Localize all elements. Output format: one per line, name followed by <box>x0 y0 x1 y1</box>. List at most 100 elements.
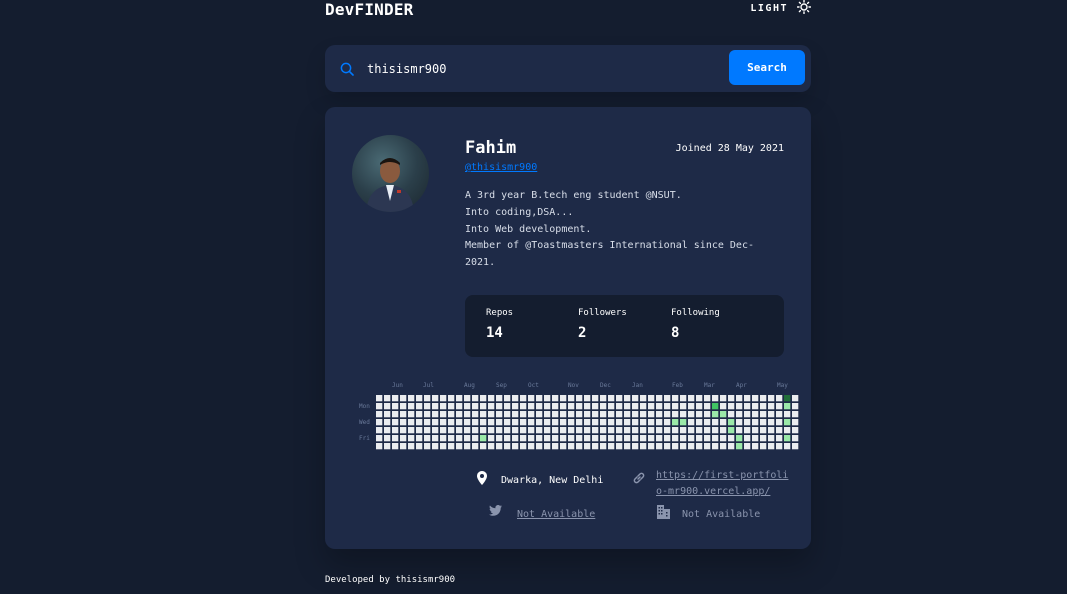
contribution-cell <box>792 419 799 426</box>
contribution-cell <box>584 427 591 434</box>
contribution-cell <box>440 419 447 426</box>
contribution-cell <box>616 443 623 450</box>
contribution-cell <box>664 427 671 434</box>
contribution-cell <box>736 443 743 450</box>
contribution-cell <box>544 395 551 402</box>
contribution-cell <box>456 395 463 402</box>
twitter-item: Not Available <box>489 505 595 523</box>
contribution-cell <box>760 443 767 450</box>
contribution-cell <box>752 411 759 418</box>
contribution-cell <box>712 395 719 402</box>
contribution-cell <box>600 411 607 418</box>
contribution-cell <box>456 403 463 410</box>
contribution-cell <box>704 443 711 450</box>
contribution-cell <box>496 411 503 418</box>
contribution-cell <box>488 427 495 434</box>
contribution-cell <box>432 435 439 442</box>
contribution-cell <box>688 403 695 410</box>
contribution-cells <box>376 395 799 450</box>
theme-toggle[interactable]: LIGHT <box>750 0 812 16</box>
contribution-cell <box>520 443 527 450</box>
contribution-cell <box>656 435 663 442</box>
contribution-cell <box>448 427 455 434</box>
contribution-cell <box>520 427 527 434</box>
contribution-cell <box>576 419 583 426</box>
contribution-cell <box>704 435 711 442</box>
bio-line: Into coding,DSA... <box>465 206 574 218</box>
contribution-cell <box>488 411 495 418</box>
contribution-cell <box>672 427 679 434</box>
profile-login-link[interactable]: @thisismr900 <box>465 162 537 173</box>
contribution-cell <box>600 443 607 450</box>
contribution-cell <box>552 427 559 434</box>
profile-bio: A 3rd year B.tech eng student @NSUT. Int… <box>465 188 775 272</box>
contribution-cell <box>472 443 479 450</box>
bio-line: 2021. <box>465 257 496 269</box>
contribution-cell <box>504 395 511 402</box>
contribution-cell <box>400 435 407 442</box>
stat-value: 14 <box>486 325 503 341</box>
contribution-cell <box>624 419 631 426</box>
contribution-cell <box>456 427 463 434</box>
contribution-cell <box>408 395 415 402</box>
contribution-cell <box>736 419 743 426</box>
contribution-cell <box>512 411 519 418</box>
contribution-cell <box>792 443 799 450</box>
contribution-cell <box>472 435 479 442</box>
contribution-cell <box>448 443 455 450</box>
contribution-cell <box>688 435 695 442</box>
contribution-cell <box>608 395 615 402</box>
contribution-cell <box>728 435 735 442</box>
contribution-cell <box>504 403 511 410</box>
bio-line: A 3rd year B.tech eng student @NSUT. <box>465 190 682 201</box>
contribution-cell <box>448 403 455 410</box>
contribution-cell <box>792 403 799 410</box>
website-link[interactable]: https://first-portfoli o-mr900.vercel.ap… <box>656 468 788 500</box>
app-header: DevFINDER LIGHT <box>325 0 812 22</box>
contribution-cell <box>720 411 727 418</box>
contribution-cell <box>408 443 415 450</box>
contribution-cell <box>392 395 399 402</box>
contribution-cell <box>504 411 511 418</box>
contribution-cell <box>584 419 591 426</box>
contribution-cell <box>728 443 735 450</box>
link-icon <box>632 471 646 488</box>
contribution-cell <box>712 435 719 442</box>
stat-label: Followers <box>578 308 627 318</box>
contribution-cell <box>536 427 543 434</box>
contribution-cell <box>392 419 399 426</box>
contribution-cell <box>672 419 679 426</box>
contribution-cell <box>376 419 383 426</box>
contribution-cell <box>712 403 719 410</box>
contribution-cell <box>576 427 583 434</box>
contribution-cell <box>632 419 639 426</box>
search-input[interactable] <box>365 58 719 80</box>
contribution-cell <box>536 435 543 442</box>
contribution-cell <box>432 427 439 434</box>
contribution-cell <box>432 403 439 410</box>
contribution-cell <box>720 443 727 450</box>
website-item[interactable]: https://first-portfoli o-mr900.vercel.ap… <box>632 468 788 500</box>
contribution-cell <box>752 403 759 410</box>
contribution-cell <box>616 435 623 442</box>
contribution-cell <box>400 419 407 426</box>
website-line: https://first-portfoli <box>656 470 789 481</box>
contribution-cell <box>464 411 471 418</box>
contribution-cell <box>608 411 615 418</box>
contribution-cell <box>376 435 383 442</box>
search-button[interactable]: Search <box>729 50 805 85</box>
contribution-cell <box>480 395 487 402</box>
contribution-cell <box>376 411 383 418</box>
contribution-cell <box>456 419 463 426</box>
contribution-cell <box>656 419 663 426</box>
contribution-cell <box>640 435 647 442</box>
contribution-cell <box>608 419 615 426</box>
contribution-cell <box>760 427 767 434</box>
profile-links: Dwarka, New Delhi https://first-portfoli… <box>325 467 811 547</box>
contribution-cell <box>456 435 463 442</box>
contribution-cell <box>760 395 767 402</box>
month-label: Nov <box>568 382 579 389</box>
contribution-cell <box>728 403 735 410</box>
contribution-cell <box>744 443 751 450</box>
contribution-cell <box>400 395 407 402</box>
